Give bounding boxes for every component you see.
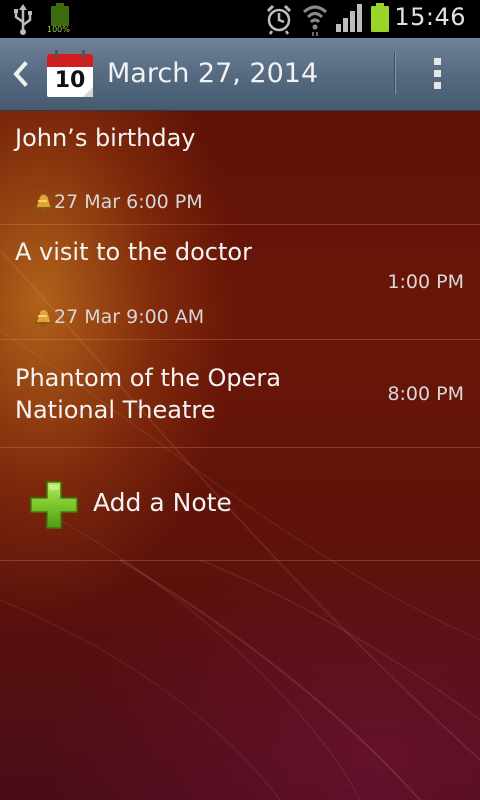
calendar-day-screen: 100% 15:46 10 March 27, 2014 John’s birt… bbox=[0, 0, 480, 800]
calendar-day-number: 10 bbox=[54, 68, 86, 93]
action-bar-divider bbox=[394, 52, 395, 94]
bell-icon bbox=[34, 308, 53, 327]
back-button[interactable] bbox=[6, 54, 34, 94]
event-title: A visit to the doctor bbox=[15, 238, 252, 266]
battery-percent-label: 100% bbox=[47, 25, 70, 34]
event-title: John’s birthday bbox=[15, 124, 196, 152]
plus-icon bbox=[30, 481, 78, 529]
overflow-menu-button[interactable] bbox=[424, 56, 452, 92]
action-bar: 10 March 27, 2014 bbox=[0, 38, 480, 111]
reminder-text: 27 Mar 6:00 PM bbox=[54, 191, 203, 213]
usb-icon bbox=[14, 4, 32, 35]
event-row[interactable]: John’s birthday 27 Mar 6:00 PM bbox=[0, 110, 480, 225]
event-location: National Theatre bbox=[15, 396, 216, 424]
event-row[interactable]: A visit to the doctor 1:00 PM 27 Mar 9:0… bbox=[0, 225, 480, 340]
event-time: 8:00 PM bbox=[387, 383, 464, 405]
event-time: 1:00 PM bbox=[387, 271, 464, 293]
overflow-menu-icon-dot bbox=[434, 58, 441, 65]
overflow-menu-icon-dot bbox=[434, 70, 441, 77]
page-title: March 27, 2014 bbox=[107, 58, 319, 89]
calendar-icon: 10 bbox=[46, 48, 94, 98]
status-bar: 100% 15:46 bbox=[0, 0, 480, 38]
battery-full-icon bbox=[371, 3, 389, 32]
reminder-text: 27 Mar 9:00 AM bbox=[54, 306, 205, 328]
event-row[interactable]: Phantom of the Opera National Theatre 8:… bbox=[0, 340, 480, 448]
wifi-icon bbox=[302, 5, 328, 36]
overflow-menu-icon-dot bbox=[434, 82, 441, 89]
add-note-label: Add a Note bbox=[93, 488, 232, 517]
alarm-icon bbox=[266, 4, 292, 35]
event-title: Phantom of the Opera bbox=[15, 364, 281, 392]
clock: 15:46 bbox=[394, 3, 466, 31]
bell-icon bbox=[34, 193, 53, 212]
signal-icon bbox=[336, 4, 362, 32]
add-note-button[interactable]: Add a Note bbox=[0, 448, 480, 561]
